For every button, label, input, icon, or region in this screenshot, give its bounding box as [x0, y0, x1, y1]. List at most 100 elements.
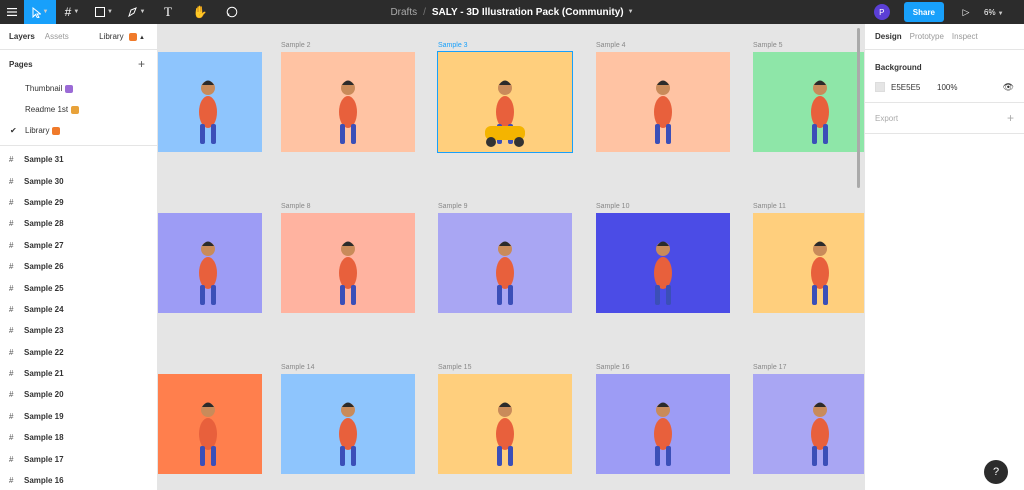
- frame-hash-icon: #: [9, 240, 14, 250]
- frame-thumbnail[interactable]: [281, 52, 415, 152]
- layer-item[interactable]: # Sample 19: [0, 406, 157, 427]
- move-tool-button[interactable]: ▼: [24, 0, 56, 24]
- layer-item[interactable]: # Sample 22: [0, 342, 157, 363]
- pen-tool-button[interactable]: ▼: [120, 0, 152, 24]
- frame-thumbnail[interactable]: [437, 51, 573, 153]
- frame-thumbnail[interactable]: [158, 374, 262, 474]
- layer-item[interactable]: # Sample 25: [0, 277, 157, 298]
- layer-item[interactable]: # Sample 26: [0, 256, 157, 277]
- tab-inspect[interactable]: Inspect: [952, 32, 978, 41]
- frame-thumbnail[interactable]: [438, 374, 572, 474]
- layer-item[interactable]: # Sample 28: [0, 213, 157, 234]
- frame-label[interactable]: Sample 3: [438, 42, 468, 49]
- character-illustration: [339, 241, 357, 305]
- frame-label[interactable]: Sample 5: [753, 42, 783, 49]
- layer-label: Sample 19: [24, 411, 64, 421]
- frame-thumbnail[interactable]: [438, 213, 572, 313]
- frame-hash-icon: #: [9, 411, 14, 421]
- character-illustration: [654, 402, 672, 466]
- page-emoji-icon: [65, 84, 74, 93]
- frame-label[interactable]: Sample 15: [438, 364, 471, 371]
- page-item[interactable]: ✔ Library: [0, 120, 157, 141]
- layer-item[interactable]: # Sample 17: [0, 448, 157, 469]
- frame-label[interactable]: Sample 10: [596, 203, 629, 210]
- frame-thumbnail[interactable]: [753, 213, 864, 313]
- frame-hash-icon: #: [9, 369, 14, 379]
- help-button[interactable]: ?: [984, 460, 1008, 484]
- main-menu-button[interactable]: [0, 0, 24, 24]
- frame-label[interactable]: Sample 14: [281, 364, 314, 371]
- frame-label[interactable]: Sample 8: [281, 203, 311, 210]
- pages-header: Pages +: [0, 50, 157, 78]
- frame-label[interactable]: Sample 11: [753, 203, 786, 210]
- frame-thumbnail[interactable]: [281, 213, 415, 313]
- character-illustration: [199, 80, 217, 144]
- canvas-scrollbar[interactable]: [857, 28, 860, 188]
- present-play-icon[interactable]: ▷: [956, 7, 976, 18]
- layer-label: Sample 24: [24, 304, 64, 314]
- eye-visibility-icon[interactable]: 👁: [1003, 82, 1014, 93]
- layers-panel: Layers Assets Library ▲ Pages + Thumbnai…: [0, 24, 158, 490]
- layer-item[interactable]: # Sample 24: [0, 299, 157, 320]
- share-button[interactable]: Share: [903, 2, 944, 22]
- frame-tool-button[interactable]: # ▼: [56, 0, 88, 24]
- text-tool-button[interactable]: T: [152, 0, 184, 24]
- layer-item[interactable]: # Sample 18: [0, 427, 157, 448]
- frame-label[interactable]: Sample 2: [281, 42, 311, 49]
- frame-label[interactable]: Sample 16: [596, 364, 629, 371]
- character-illustration: [811, 241, 829, 305]
- layer-label: Sample 31: [24, 155, 64, 165]
- page-item[interactable]: Readme 1st: [0, 99, 157, 120]
- layer-item[interactable]: # Sample 31: [0, 149, 157, 170]
- right-panel-tabs: Design Prototype Inspect: [865, 24, 1024, 50]
- background-opacity-input[interactable]: 100%: [937, 83, 997, 92]
- background-swatch[interactable]: [875, 82, 885, 92]
- layer-item[interactable]: # Sample 16: [0, 470, 157, 490]
- frame-thumbnail[interactable]: [596, 374, 730, 474]
- tab-assets[interactable]: Assets: [45, 32, 69, 41]
- layer-item[interactable]: # Sample 20: [0, 384, 157, 405]
- layer-item[interactable]: # Sample 27: [0, 235, 157, 256]
- layer-item[interactable]: # Sample 23: [0, 320, 157, 341]
- comment-tool-button[interactable]: [216, 0, 248, 24]
- layer-item[interactable]: # Sample 29: [0, 192, 157, 213]
- frame-thumbnail[interactable]: [158, 213, 262, 313]
- frame-label[interactable]: Sample 9: [438, 203, 468, 210]
- hand-tool-button[interactable]: ✋: [184, 0, 216, 24]
- frame-hash-icon: #: [9, 326, 14, 336]
- layer-item[interactable]: # Sample 30: [0, 170, 157, 191]
- frame-label[interactable]: Sample 17: [753, 364, 786, 371]
- add-export-plus-icon[interactable]: +: [1007, 111, 1014, 125]
- frame-label[interactable]: Sample 4: [596, 42, 626, 49]
- frame-hash-icon: #: [9, 262, 14, 272]
- frame-thumbnail[interactable]: [753, 52, 864, 152]
- background-title: Background: [875, 63, 922, 72]
- layer-item[interactable]: # Sample 21: [0, 363, 157, 384]
- tab-design[interactable]: Design: [875, 32, 902, 41]
- library-selector[interactable]: Library ▲: [99, 32, 145, 41]
- canvas[interactable]: Sample 2 Sample 3 Sample 4 Sample 5 Sample 8…: [158, 24, 864, 490]
- layer-label: Sample 28: [24, 219, 64, 229]
- frame-thumbnail[interactable]: [596, 52, 730, 152]
- tab-layers[interactable]: Layers: [9, 32, 35, 41]
- pen-icon: [127, 6, 137, 17]
- frame-hash-icon: #: [9, 176, 14, 186]
- frame-thumbnail[interactable]: [281, 374, 415, 474]
- file-name[interactable]: SALY - 3D Illustration Pack (Community): [432, 7, 624, 18]
- character-illustration: [811, 80, 829, 144]
- frame-thumbnail[interactable]: [596, 213, 730, 313]
- library-label: Library: [99, 32, 124, 41]
- frame-hash-icon: #: [9, 197, 14, 207]
- background-hex-input[interactable]: E5E5E5: [891, 83, 937, 92]
- shape-tool-button[interactable]: ▼: [88, 0, 120, 24]
- zoom-dropdown[interactable]: 6% ▼: [984, 8, 1024, 17]
- tab-prototype[interactable]: Prototype: [910, 32, 944, 41]
- page-item[interactable]: Thumbnail: [0, 78, 157, 99]
- layers-list: # Sample 31 # Sample 30 # Sample 29 # Sample 28…: [0, 149, 157, 490]
- frame-thumbnail[interactable]: [753, 374, 864, 474]
- chevron-down-icon[interactable]: ▼: [628, 9, 634, 15]
- user-avatar[interactable]: P: [873, 4, 890, 20]
- add-page-plus-icon[interactable]: +: [138, 57, 145, 71]
- drafts-link[interactable]: Drafts: [390, 7, 417, 18]
- frame-thumbnail[interactable]: [158, 52, 262, 152]
